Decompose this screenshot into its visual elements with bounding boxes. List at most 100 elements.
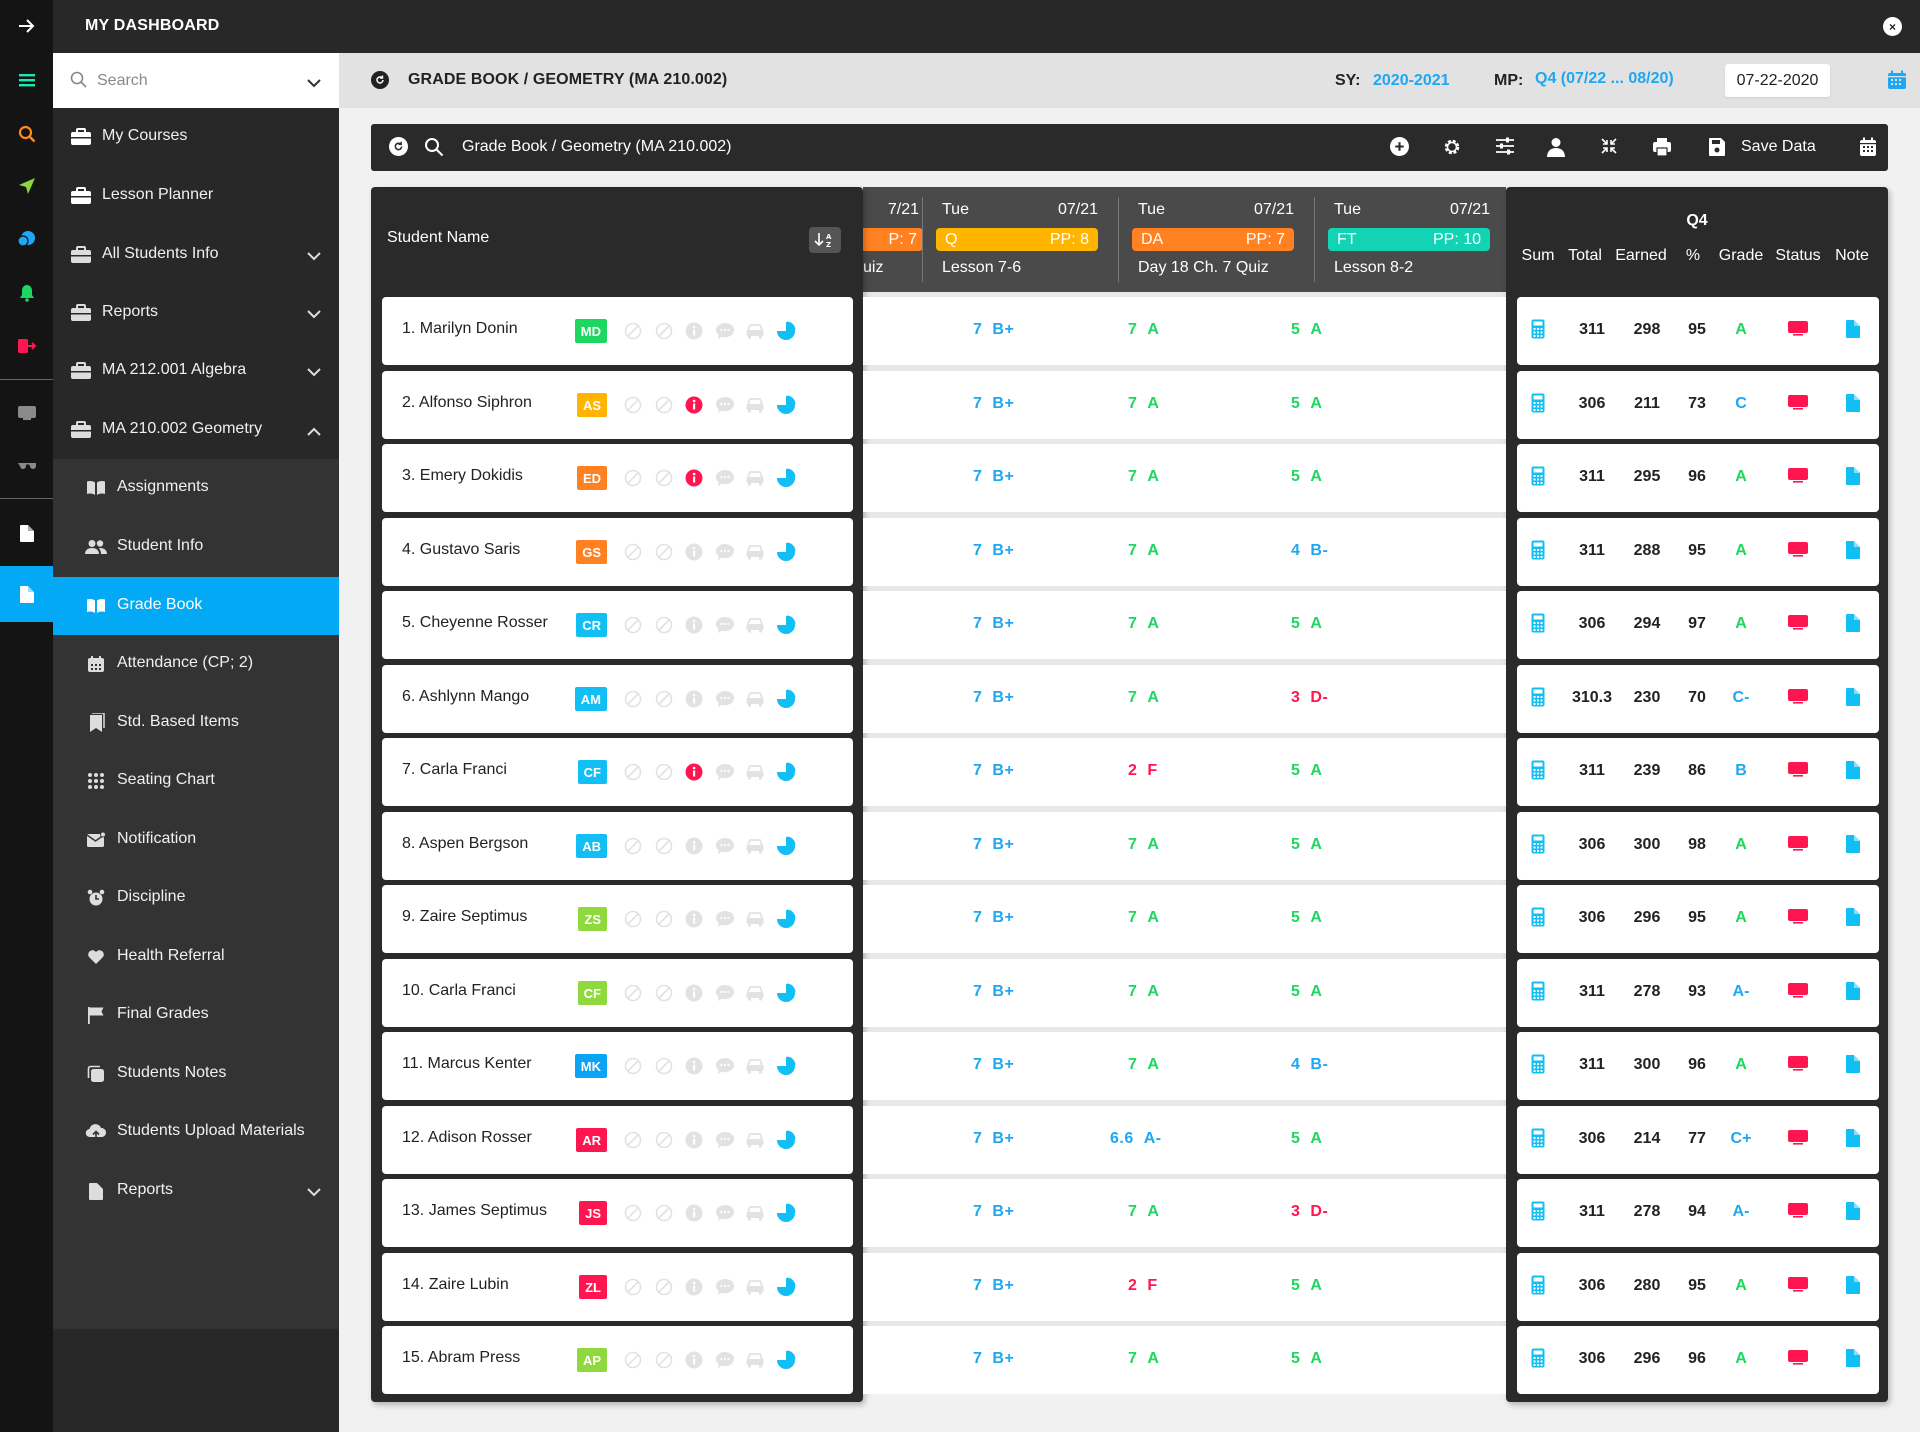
score-cell[interactable]: 4 B- [1291,542,1328,560]
score-cell[interactable]: 7 B+ [973,1350,1014,1368]
pie-chart-icon[interactable] [776,542,796,562]
calculator-icon[interactable] [1531,981,1545,1006]
note-file-icon[interactable] [1845,1054,1861,1079]
car-icon[interactable] [745,468,765,488]
calculator-icon[interactable] [1531,393,1545,418]
search-icon[interactable] [424,137,444,157]
calendar-icon[interactable] [1887,70,1907,95]
sidebar-item-algebra[interactable]: MA 212.001 Algebra [53,342,339,400]
status-monitor-icon[interactable] [1787,1348,1809,1371]
student-row[interactable]: 11. Marcus Kenter MK [382,1032,853,1100]
sidebar-item-notification[interactable]: Notification [53,811,339,869]
arrow-right-icon[interactable] [0,6,53,46]
chat-bubble-icon[interactable] [715,615,735,635]
sidebar-item-assignments[interactable]: Assignments [53,459,339,517]
school-year-value[interactable]: 2020-2021 [1373,72,1450,90]
no-entry-icon[interactable] [623,1350,643,1370]
car-icon[interactable] [745,836,765,856]
sidebar-item-all-students-info[interactable]: All Students Info [53,226,339,284]
status-monitor-icon[interactable] [1787,319,1809,342]
no-entry-icon[interactable] [654,1130,674,1150]
note-file-icon[interactable] [1845,687,1861,712]
note-file-icon[interactable] [1845,613,1861,638]
student-row[interactable]: 13. James Septimus JS [382,1179,853,1247]
calculator-icon[interactable] [1531,834,1545,859]
car-icon[interactable] [745,1203,765,1223]
car-icon[interactable] [745,1130,765,1150]
info-icon[interactable] [684,1056,704,1076]
print-icon[interactable] [1652,137,1672,157]
no-entry-icon[interactable] [654,836,674,856]
student-row[interactable]: 8. Aspen Bergson AB [382,812,853,880]
pie-chart-icon[interactable] [776,615,796,635]
menu-icon[interactable] [0,60,53,100]
note-file-icon[interactable] [1845,834,1861,859]
sidebar-item-grade-book[interactable]: Grade Book [53,577,339,635]
score-cell[interactable]: 5A [1291,909,1322,927]
status-monitor-icon[interactable] [1787,834,1809,857]
assignment-type-tag[interactable]: Q PP: 8 [936,228,1098,251]
status-monitor-icon[interactable] [1787,613,1809,636]
status-monitor-icon[interactable] [1787,1128,1809,1151]
chat-bubble-icon[interactable] [715,762,735,782]
pie-chart-icon[interactable] [776,321,796,341]
status-monitor-icon[interactable] [1787,540,1809,563]
score-cell[interactable]: 7 B+ [973,983,1014,1001]
status-monitor-icon[interactable] [1787,981,1809,1004]
car-icon[interactable] [745,615,765,635]
calculator-icon[interactable] [1531,1201,1545,1226]
score-cell[interactable]: 5A [1291,762,1322,780]
note-file-icon[interactable] [1845,760,1861,785]
score-cell[interactable]: 5A [1291,1130,1322,1148]
score-cell[interactable]: 7 B+ [973,689,1014,707]
pie-chart-icon[interactable] [776,1130,796,1150]
monitor-icon[interactable] [0,393,53,433]
chevron-down-icon[interactable] [307,75,321,93]
no-entry-icon[interactable] [654,1350,674,1370]
info-icon[interactable] [684,321,704,341]
score-cell[interactable]: 7A [1128,909,1159,927]
score-cell[interactable]: 7 B+ [973,1203,1014,1221]
score-cell[interactable]: 7 B+ [973,468,1014,486]
no-entry-icon[interactable] [623,542,643,562]
score-cell[interactable]: 5A [1291,615,1322,633]
save-icon[interactable] [1708,137,1726,157]
collapse-icon[interactable] [1600,137,1618,155]
search-input[interactable] [97,67,297,95]
car-icon[interactable] [745,1056,765,1076]
navigation-icon[interactable] [0,166,53,206]
score-cell[interactable]: 5A [1291,836,1322,854]
settings-icon[interactable] [1442,137,1462,157]
student-row[interactable]: 1. Marilyn Donin MD [382,297,853,365]
calculator-icon[interactable] [1531,1128,1545,1153]
chat-bubble-icon[interactable] [715,1056,735,1076]
sidebar-item-reports[interactable]: Reports [53,284,339,342]
chat-bubble-icon[interactable] [715,395,735,415]
sidebar-item-attendance[interactable]: Attendance (CP; 2) [53,635,339,693]
bell-icon[interactable] [0,273,53,313]
sidebar-item-course-reports[interactable]: Reports [53,1162,339,1220]
chat-bubble-icon[interactable] [715,1277,735,1297]
info-icon[interactable] [684,542,704,562]
no-entry-icon[interactable] [654,909,674,929]
calculator-icon[interactable] [1531,466,1545,491]
score-cell[interactable]: 7A [1128,689,1159,707]
note-file-icon[interactable] [1845,1201,1861,1226]
chevron-down-icon[interactable] [307,1184,321,1202]
score-cell[interactable]: 7 B+ [973,1056,1014,1074]
no-entry-icon[interactable] [654,689,674,709]
note-file-icon[interactable] [1845,540,1861,565]
score-cell[interactable]: 7A [1128,542,1159,560]
score-cell[interactable]: 7 B+ [973,836,1014,854]
calculator-icon[interactable] [1531,1275,1545,1300]
calculator-icon[interactable] [1531,760,1545,785]
score-cell[interactable]: 5A [1291,395,1322,413]
calculator-icon[interactable] [1531,1348,1545,1373]
refresh-icon[interactable] [389,137,408,156]
sidebar-item-std-based-items[interactable]: Std. Based Items [53,694,339,752]
info-icon[interactable] [684,1130,704,1150]
assignment-type-tag[interactable]: DA PP: 7 [1132,228,1294,251]
score-cell[interactable]: 5A [1291,1350,1322,1368]
calculator-icon[interactable] [1531,540,1545,565]
chat-bubble-icon[interactable] [715,983,735,1003]
